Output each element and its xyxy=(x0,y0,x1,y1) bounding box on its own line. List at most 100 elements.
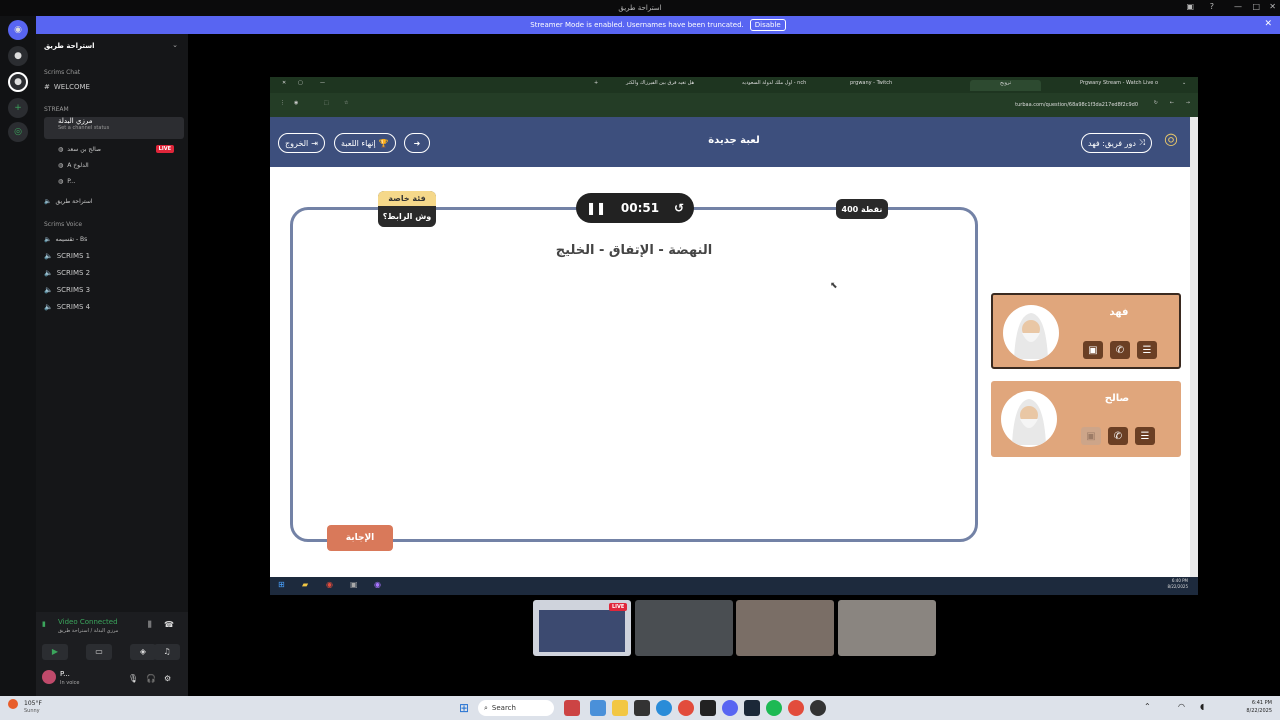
app-icon[interactable] xyxy=(564,700,580,716)
camera-button[interactable]: ▶ xyxy=(42,644,68,660)
channel-status[interactable]: Set a channel status xyxy=(58,125,109,131)
scrollbar[interactable] xyxy=(1190,117,1198,577)
server-name[interactable]: استراحة طريق xyxy=(44,42,95,50)
weather-icon[interactable] xyxy=(8,699,18,709)
extension-icon[interactable]: ◉ xyxy=(294,100,298,106)
disconnect-icon[interactable]: ☎ xyxy=(164,620,174,629)
obs-icon[interactable] xyxy=(810,700,826,716)
server-icon[interactable]: ● xyxy=(8,46,28,66)
category-subtitle: وش الرابط؟ xyxy=(382,212,432,221)
chrome-icon[interactable] xyxy=(788,700,804,716)
activity-button[interactable]: ◈ xyxy=(130,644,156,660)
list-icon[interactable]: ☰ xyxy=(1135,427,1155,445)
team-card-saleh[interactable]: صالح ▣ ✆ ☰ xyxy=(991,381,1181,457)
url-text[interactable]: turbaa.com/question/68a98c1f3da217ed8f2c… xyxy=(1015,102,1138,108)
category-stream[interactable]: STREAM xyxy=(44,106,69,113)
discord-icon[interactable] xyxy=(722,700,738,716)
participant-thumbnail[interactable] xyxy=(838,600,936,656)
channel-welcome[interactable]: # WELCOME xyxy=(44,80,184,94)
reload-icon[interactable]: ↻ xyxy=(1154,100,1158,106)
browser-tab[interactable]: Prgwany Stream - Watch Live o xyxy=(1080,80,1158,91)
voice-channel[interactable]: 🔈 تقسيمه - Bs xyxy=(44,232,184,246)
system-clock[interactable]: 6:41 PM 8/22/2025 xyxy=(1246,699,1272,715)
disable-button[interactable]: Disable xyxy=(749,19,786,31)
edge-icon[interactable] xyxy=(656,700,672,716)
windows-start-icon[interactable]: ⊞ xyxy=(456,700,472,716)
live-badge: LIVE xyxy=(155,145,174,153)
weather-temp: 105°F xyxy=(24,700,42,707)
chevron-down-icon[interactable]: ⌄ xyxy=(172,41,178,49)
search-box[interactable]: ⌕ Search xyxy=(478,700,554,716)
list-icon[interactable]: ☰ xyxy=(1137,341,1157,359)
phone-icon[interactable]: ✆ xyxy=(1108,427,1128,445)
answer-button[interactable]: الإجابة xyxy=(327,525,393,551)
discord-home-icon[interactable]: ◉ xyxy=(8,20,28,40)
file-explorer-icon[interactable] xyxy=(612,700,628,716)
restore-icon[interactable]: ▢ xyxy=(298,80,303,91)
category-scrims-voice[interactable]: Scrims Voice xyxy=(44,221,82,228)
minimize-icon[interactable]: — xyxy=(320,80,325,91)
close-icon[interactable]: ✕ xyxy=(1269,2,1276,11)
signal-icon[interactable]: ▮ xyxy=(42,620,46,628)
image-icon[interactable]: ▣ xyxy=(1083,341,1103,359)
voice-channel-scrims-1[interactable]: 🔈 SCRIMS 1 xyxy=(44,249,184,263)
reader-icon[interactable]: ⬚ xyxy=(324,100,329,106)
steam-icon[interactable] xyxy=(744,700,760,716)
volume-icon[interactable]: ◖ xyxy=(1200,702,1204,711)
menu-icon[interactable]: ⋮ xyxy=(280,100,285,106)
browser-tab-active[interactable]: ترويج xyxy=(970,80,1042,91)
phone-icon[interactable]: ✆ xyxy=(1110,341,1130,359)
participant-thumbnail-stream[interactable]: LIVE xyxy=(533,600,631,656)
wifi-icon[interactable]: ◠ xyxy=(1178,702,1185,711)
help-icon[interactable]: ? xyxy=(1210,2,1214,11)
chevron-down-icon[interactable]: ⌄ xyxy=(1182,80,1186,91)
category-scrims-chat[interactable]: Scrims Chat xyxy=(44,69,80,76)
discover-icon[interactable]: ◎ xyxy=(8,122,28,142)
browser-tab[interactable]: هل تغيه فرق بين الفيرزاك والكتر xyxy=(626,80,694,91)
pause-icon[interactable]: ❚❚ xyxy=(586,201,606,215)
voice-channel-scrims-2[interactable]: 🔈 SCRIMS 2 xyxy=(44,266,184,280)
reset-timer-icon[interactable]: ↺ xyxy=(674,201,684,215)
banner-close-icon[interactable]: ✕ xyxy=(1264,19,1272,29)
forward-icon[interactable]: ← xyxy=(1170,100,1174,106)
back-icon[interactable]: → xyxy=(1186,100,1190,106)
browser-tab[interactable]: اول ملك لدولة السعوديه - nch xyxy=(742,80,806,91)
store-icon[interactable] xyxy=(634,700,650,716)
close-icon[interactable]: ✕ xyxy=(282,80,286,91)
team-card-fahad[interactable]: فهد ▣ ✆ ☰ xyxy=(991,293,1181,369)
screen-share-button[interactable]: ▭ xyxy=(86,644,112,660)
voice-user[interactable]: ◍ P... xyxy=(44,174,184,188)
team-turn-button[interactable]: دور فريق: فهد ⤨ xyxy=(1081,133,1153,153)
voice-user[interactable]: ◍ A الدلوخ xyxy=(44,158,184,172)
server-icon-active[interactable]: ● xyxy=(8,72,28,92)
terminal-icon[interactable] xyxy=(700,700,716,716)
voice-user[interactable]: ◍ صالح بن سعد LIVE xyxy=(44,142,184,156)
tray-chevron-icon[interactable]: ⌃ xyxy=(1144,702,1151,711)
headphones-icon[interactable]: 🎧 xyxy=(146,674,156,683)
settings-icon[interactable]: ⚙ xyxy=(164,674,171,683)
inbox-icon[interactable]: ▣ xyxy=(1186,2,1194,11)
maximize-icon[interactable]: □ xyxy=(1252,2,1260,11)
chrome-icon[interactable] xyxy=(678,700,694,716)
spotify-icon[interactable] xyxy=(766,700,782,716)
browser-tab[interactable]: prgwany - Twitch xyxy=(850,80,892,91)
logo-icon[interactable]: ◎ xyxy=(1160,129,1182,155)
star-icon[interactable]: ☆ xyxy=(344,100,348,106)
voice-channel-scrims-3[interactable]: 🔈 SCRIMS 3 xyxy=(44,283,184,297)
channel-stream-voice[interactable]: مرزي البدلة Set a channel status xyxy=(44,117,184,139)
stream-browser-window[interactable]: ✕ ▢ — + هل تغيه فرق بين الفيرزاك والكتر … xyxy=(270,77,1198,595)
voice-channel[interactable]: 🔈 استراحة طريق xyxy=(44,194,184,208)
participant-thumbnail[interactable] xyxy=(635,600,733,656)
minimize-icon[interactable]: — xyxy=(1234,2,1242,11)
add-server-icon[interactable]: + xyxy=(8,98,28,118)
mic-icon[interactable]: 🎙 xyxy=(128,674,138,683)
avatar[interactable] xyxy=(42,670,56,684)
new-tab-icon[interactable]: + xyxy=(594,80,598,91)
question-text: النهضة - الإتفاق - الخليج xyxy=(555,243,713,258)
participant-thumbnail[interactable] xyxy=(736,600,834,656)
image-icon[interactable]: ▣ xyxy=(1081,427,1101,445)
voice-channel-scrims-4[interactable]: 🔈 SCRIMS 4 xyxy=(44,300,184,314)
copilot-icon[interactable] xyxy=(590,700,606,716)
noise-suppression-icon[interactable]: ⫼ xyxy=(148,620,152,630)
soundboard-button[interactable]: ♫ xyxy=(154,644,180,660)
